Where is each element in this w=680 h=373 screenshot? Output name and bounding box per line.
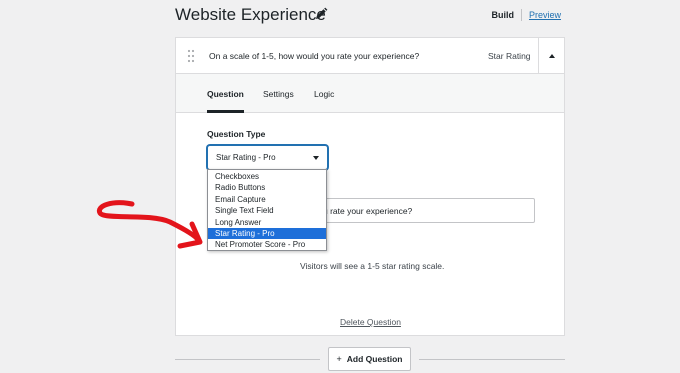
footer-divider-right: [419, 359, 565, 360]
pencil-icon[interactable]: [314, 7, 328, 21]
dropdown-option-checkboxes[interactable]: Checkboxes: [208, 171, 326, 182]
question-type-dropdown: Checkboxes Radio Buttons Email Capture S…: [207, 169, 327, 251]
chevron-down-icon: [313, 156, 319, 160]
question-summary: On a scale of 1-5, how would you rate yo…: [209, 51, 420, 61]
dropdown-option-long-answer[interactable]: Long Answer: [208, 217, 326, 228]
build-link[interactable]: Build: [491, 10, 514, 20]
question-tabs: Question Settings Logic: [176, 74, 564, 113]
active-tab-indicator: [207, 110, 244, 113]
footer-divider-left: [175, 359, 320, 360]
hint-text: Visitors will see a 1-5 star rating scal…: [300, 261, 445, 271]
dropdown-option-radio-buttons[interactable]: Radio Buttons: [208, 182, 326, 193]
view-switcher: Build Preview: [491, 9, 561, 21]
add-question-button[interactable]: + Add Question: [328, 347, 411, 371]
preview-link[interactable]: Preview: [529, 10, 561, 20]
page-title: Website Experience: [175, 5, 326, 24]
question-type-badge: Star Rating: [488, 51, 531, 61]
delete-question-link[interactable]: Delete Question: [340, 317, 401, 327]
header-divider: [520, 9, 522, 21]
dropdown-option-single-text-field[interactable]: Single Text Field: [208, 205, 326, 216]
drag-handle-icon[interactable]: [187, 49, 195, 63]
tab-question[interactable]: Question: [207, 89, 244, 99]
question-text-value: you rate your experience?: [314, 206, 413, 216]
question-type-select[interactable]: Star Rating - Pro: [207, 145, 328, 170]
question-type-select-value: Star Rating - Pro: [216, 153, 276, 162]
dropdown-option-star-rating[interactable]: Star Rating - Pro: [208, 227, 326, 240]
tab-logic[interactable]: Logic: [314, 89, 334, 99]
dropdown-option-email-capture[interactable]: Email Capture: [208, 194, 326, 205]
chevron-up-icon: [548, 53, 555, 58]
plus-icon: +: [336, 354, 342, 364]
question-card-header[interactable]: On a scale of 1-5, how would you rate yo…: [176, 38, 564, 74]
tab-settings[interactable]: Settings: [263, 89, 294, 99]
add-question-label: Add Question: [346, 354, 403, 364]
question-type-heading: Question Type: [207, 129, 266, 139]
collapse-toggle-button[interactable]: [538, 38, 564, 73]
dropdown-option-net-promoter-score[interactable]: Net Promoter Score - Pro: [208, 239, 326, 250]
